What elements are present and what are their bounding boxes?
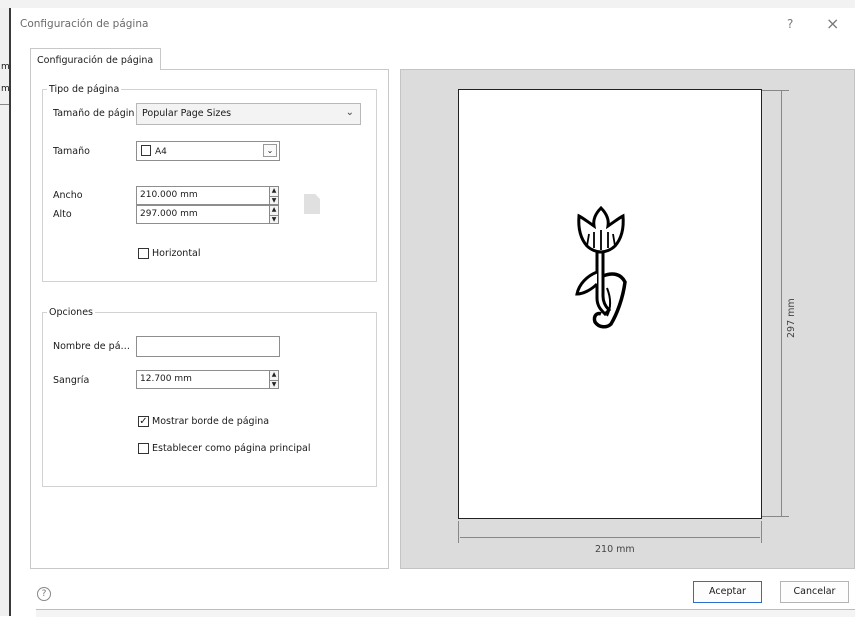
page-name-input[interactable] xyxy=(136,336,280,357)
set-main-page-label: Establecer como página principal xyxy=(152,443,311,454)
options-legend: Opciones xyxy=(49,307,93,318)
page-name-label: Nombre de pá… xyxy=(53,341,131,352)
page-size-label: Tamaño de página xyxy=(53,108,134,119)
set-main-page-checkbox[interactable] xyxy=(138,443,149,454)
dimension-tick xyxy=(762,90,789,91)
show-border-label: Mostrar borde de página xyxy=(152,416,270,427)
spin-down-icon[interactable]: ▼ xyxy=(270,195,278,205)
page-type-legend: Tipo de página xyxy=(49,84,120,95)
width-dimension-label: 210 mm xyxy=(595,544,635,555)
size-label: Tamaño xyxy=(53,146,90,157)
close-button[interactable]: × xyxy=(826,14,839,33)
help-button[interactable]: ? xyxy=(787,17,793,31)
indent-label: Sangría xyxy=(53,375,90,386)
height-input[interactable]: 297.000 mm xyxy=(136,205,270,224)
page-size-value: Popular Page Sizes xyxy=(142,108,232,119)
dialog-title: Configuración de página xyxy=(20,18,149,30)
dimension-tick xyxy=(458,521,459,543)
show-border-checkbox[interactable]: ✓ xyxy=(138,416,149,427)
help-circle-icon[interactable]: ? xyxy=(37,587,51,601)
width-spinner[interactable]: ▲ ▼ xyxy=(269,186,279,205)
spin-up-icon[interactable]: ▲ xyxy=(270,187,278,196)
options-group: Opciones xyxy=(42,307,377,487)
spin-up-icon[interactable]: ▲ xyxy=(270,371,278,380)
dimension-tick xyxy=(761,521,762,543)
height-spinner[interactable]: ▲ ▼ xyxy=(269,205,279,224)
tab-page-setup[interactable]: Configuración de página xyxy=(30,48,161,70)
cancel-button[interactable]: Cancelar xyxy=(780,581,849,603)
chevron-down-icon: ⌄ xyxy=(263,144,277,157)
spin-down-icon[interactable]: ▼ xyxy=(270,379,278,389)
page-portrait-icon xyxy=(304,194,320,214)
chevron-down-icon: ⌄ xyxy=(345,107,354,118)
width-input[interactable]: 210.000 mm xyxy=(136,186,270,205)
size-select[interactable]: A4 ⌄ xyxy=(136,141,280,161)
ok-button[interactable]: Aceptar xyxy=(693,581,762,603)
spin-down-icon[interactable]: ▼ xyxy=(270,214,278,224)
page-swatch-icon xyxy=(141,145,151,156)
indent-input[interactable]: 12.700 mm xyxy=(136,370,270,389)
indent-spinner[interactable]: ▲ ▼ xyxy=(269,370,279,389)
landscape-label: Horizontal xyxy=(152,248,201,259)
page-preview-sheet xyxy=(458,89,762,519)
tulip-image xyxy=(575,205,627,329)
height-label: Alto xyxy=(53,209,72,220)
background-window-edge: m m xyxy=(0,8,10,616)
dimension-tick xyxy=(762,516,789,517)
height-dimension-line xyxy=(781,91,782,516)
page-size-select[interactable]: Popular Page Sizes ⌄ xyxy=(136,103,361,125)
landscape-checkbox[interactable] xyxy=(138,248,149,259)
height-dimension-label: 297 mm xyxy=(786,298,797,338)
spin-up-icon[interactable]: ▲ xyxy=(270,206,278,215)
width-label: Ancho xyxy=(53,190,83,201)
size-value: A4 xyxy=(155,147,167,157)
width-dimension-line xyxy=(460,537,760,538)
